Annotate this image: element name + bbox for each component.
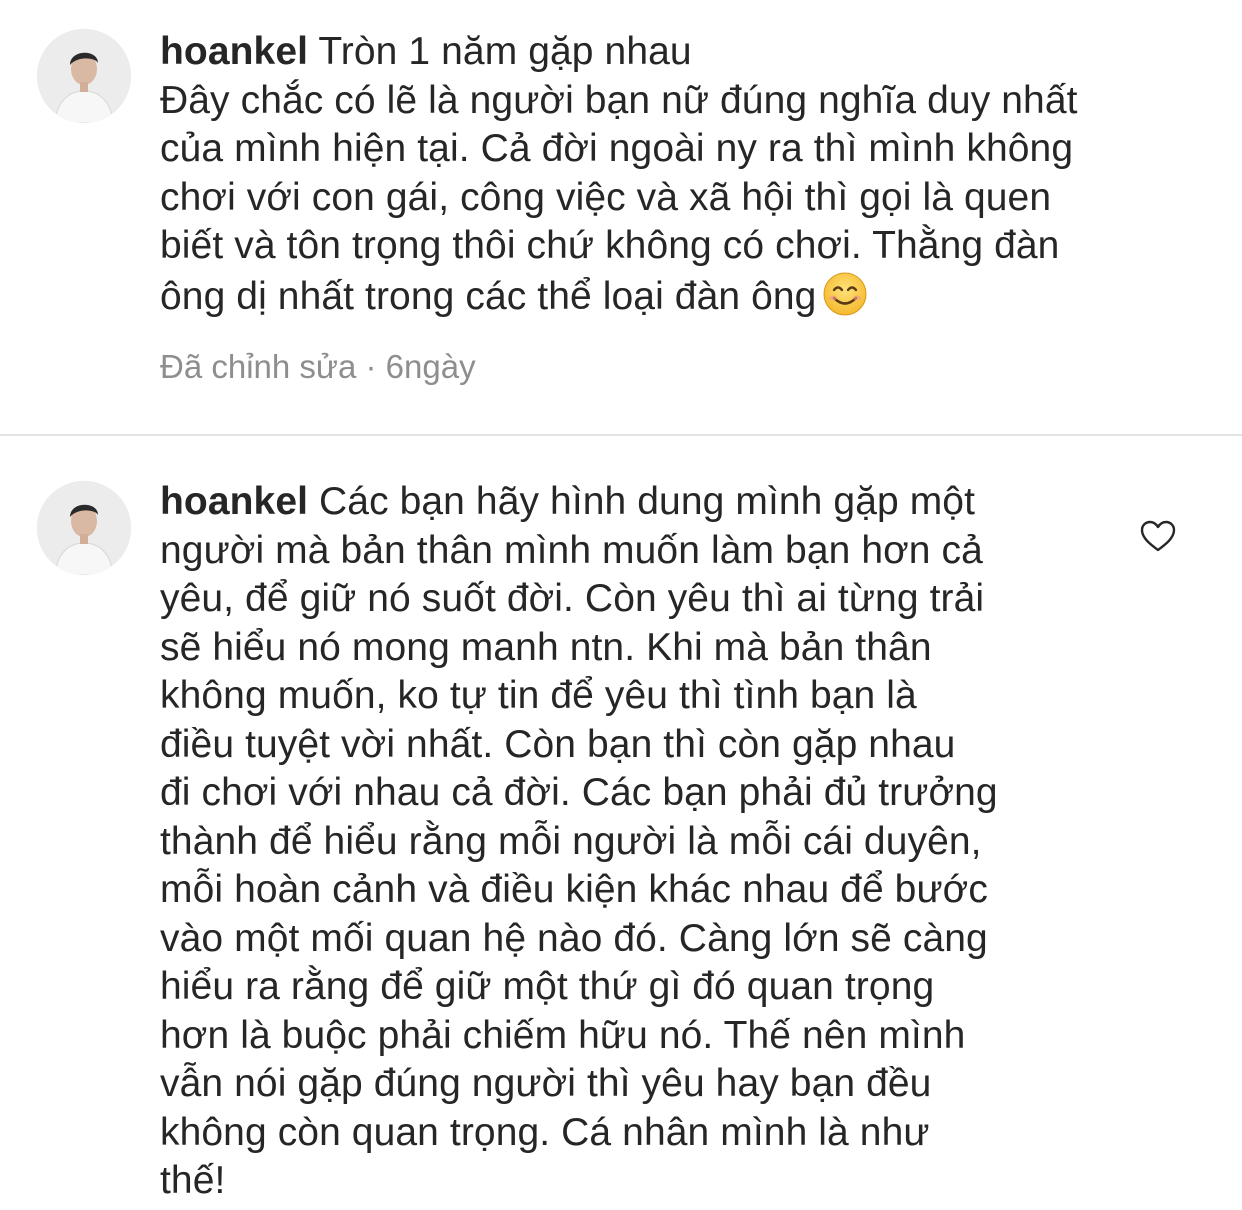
comment-line: Tròn 1 năm gặp nhau — [318, 30, 692, 73]
comment-line: biết và tôn trọng thôi chứ không có chơi… — [160, 224, 1060, 267]
avatar[interactable] — [37, 29, 131, 123]
comment-line: không còn quan trọng. Cá nhân mình là nh… — [160, 1110, 930, 1154]
comment-line: yêu, để giữ nó suốt đời. Còn yêu thì ai … — [160, 577, 985, 620]
heart-outline-icon[interactable] — [1139, 519, 1177, 553]
avatar-photo — [37, 481, 131, 575]
comment-text: hoankel Các bạn hãy hình dung mình gặp m… — [160, 478, 998, 1206]
comment-line: điều tuyệt vời nhất. Còn bạn thì còn gặp… — [160, 722, 956, 766]
comment-line: thế! — [160, 1159, 226, 1202]
comment-line: hơn là buộc phải chiếm hữu nó. Thế nên m… — [160, 1013, 966, 1057]
smiling-face-icon — [823, 272, 867, 315]
comment-line: sẽ hiểu nó mong manh ntn. Khi mà bản thâ… — [160, 625, 932, 669]
comment-line: vẫn nói gặp đúng người thì yêu hay bạn đ… — [160, 1062, 932, 1105]
comment-line: mỗi hoàn cảnh và điều kiện khác nhau để … — [160, 868, 988, 911]
comment-username[interactable]: hoankel — [160, 480, 308, 523]
divider — [0, 434, 1242, 436]
comment-username[interactable]: hoankel — [160, 30, 308, 73]
comment-line: Đây chắc có lẽ là người bạn nữ đúng nghĩ… — [160, 78, 1078, 122]
comment-line: chơi với con gái, công việc và xã hội th… — [160, 175, 1052, 219]
avatar-photo — [37, 29, 131, 123]
comment-line: hiểu ra rằng để giữ một thứ gì đó quan t… — [160, 965, 935, 1008]
comment-line: thành để hiểu rằng mỗi người là mỗi cái … — [160, 819, 982, 863]
comment-text: hoankel Tròn 1 năm gặp nhau Đây chắc có … — [160, 28, 1078, 321]
comment-line: Các bạn hãy hình dung mình gặp một — [319, 480, 976, 523]
avatar[interactable] — [37, 481, 131, 575]
comment-line: không muốn, ko tự tin để yêu thì tình bạ… — [160, 674, 917, 717]
comment-line: người mà bản thân mình muốn làm bạn hơn … — [160, 528, 983, 572]
comment-line: của mình hiện tại. Cả đời ngoài ny ra th… — [160, 127, 1074, 170]
comment-line: đi chơi với nhau cả đời. Các bạn phải đủ… — [160, 771, 998, 814]
comment-line: ông dị nhất trong các thể loại đàn ông — [160, 274, 817, 318]
comment-meta: Đã chỉnh sửa · 6ngày — [160, 348, 476, 385]
comment-line: vào một mối quan hệ nào đó. Càng lớn sẽ … — [160, 916, 988, 960]
